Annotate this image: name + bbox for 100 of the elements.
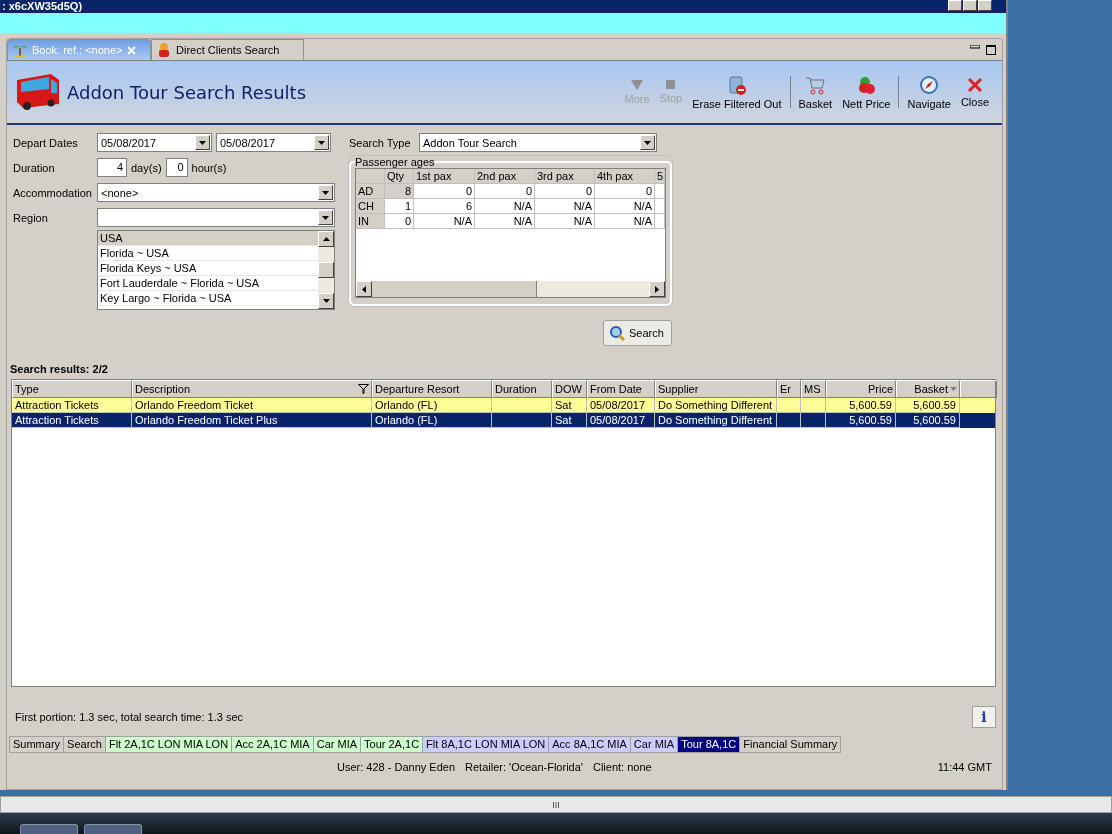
table-cell: 5,600.59 — [896, 413, 960, 428]
bottom-tab[interactable]: Car MIA — [630, 736, 679, 753]
column-header: Qty — [385, 169, 414, 184]
search-timing: First portion: 1.3 sec, total search time: 1.3 sec — [15, 711, 244, 723]
bottom-tab[interactable]: Summary — [9, 736, 65, 753]
bin-icon — [727, 74, 746, 95]
compass-icon — [919, 74, 940, 95]
person-icon — [156, 42, 172, 58]
toolbar-button[interactable]: Basket — [793, 74, 838, 110]
triangle-down-icon — [631, 79, 644, 90]
column-header: 4th pax — [595, 169, 655, 184]
table-cell: N/A — [475, 214, 535, 229]
table-cell: N/A — [535, 214, 595, 229]
field-label: Duration — [13, 161, 56, 174]
dropdown-arrow-icon — [322, 190, 329, 195]
close-button[interactable] — [978, 0, 992, 11]
scrollbar-thumb[interactable] — [372, 281, 537, 297]
info-button[interactable]: i — [972, 706, 996, 728]
bottom-tab[interactable]: Acc 8A,1C MIA — [549, 736, 631, 753]
table-cell: 0 — [385, 214, 414, 229]
column-header: 1st pax — [414, 169, 475, 184]
list-item[interactable]: Key Largo ~ Florida ~ USA — [98, 291, 318, 306]
bottom-tab[interactable]: Car MIA — [313, 736, 362, 753]
bottom-tab[interactable]: Flt 2A,1C LON MIA LON — [105, 736, 233, 753]
client-status: Client: none — [592, 761, 652, 775]
stop-icon — [666, 80, 676, 89]
column-header[interactable]: Description — [132, 380, 372, 398]
table-cell — [801, 413, 826, 428]
table-row[interactable]: Attraction Tickets Orlando Freedom Ticket Orlando (FL) Sat 05/08/2017 Do Something Different 5,600.59 5,600.59 — [12, 398, 995, 413]
search-button[interactable]: Search — [603, 320, 672, 346]
column-header[interactable]: Er — [777, 380, 801, 398]
arrow-left-icon — [362, 285, 366, 293]
column-header[interactable]: Type — [12, 380, 132, 398]
date-field[interactable]: 05/08/2017 — [97, 133, 212, 152]
dropdown-arrow-icon — [322, 215, 329, 220]
list-item[interactable]: Fort Lauderdale ~ Florida ~ USA — [98, 276, 318, 291]
search-type-dropdown[interactable]: Addon Tour Search — [419, 133, 657, 152]
money-icon — [856, 74, 877, 95]
minimize-button[interactable] — [948, 0, 962, 11]
table-cell: 0 — [475, 184, 535, 199]
column-header[interactable]: Supplier — [655, 380, 777, 398]
bottom-tab[interactable]: Tour 2A,1C — [361, 736, 424, 753]
column-header[interactable]: From Date — [587, 380, 655, 398]
row-header: CH — [356, 199, 385, 214]
table-cell: N/A — [414, 214, 475, 229]
column-header: 5 — [655, 169, 665, 184]
table-cell: 05/08/2017 — [587, 413, 655, 428]
toolbar-button[interactable]: Close — [955, 76, 994, 108]
close-icon — [966, 76, 983, 93]
field-label: Search Type — [349, 136, 412, 149]
table-cell: 8 — [385, 184, 414, 199]
document-tab[interactable]: Direct Clients Search — [151, 39, 304, 60]
minimize-icon[interactable] — [970, 44, 980, 49]
region-dropdown[interactable] — [97, 208, 335, 227]
row-header: AD — [356, 184, 385, 199]
dropdown-arrow-icon — [318, 140, 325, 145]
column-header: 3rd pax — [535, 169, 595, 184]
table-cell: Do Something Different — [655, 413, 777, 428]
days-field[interactable]: 4 — [97, 158, 127, 177]
dropdown-arrow-icon — [644, 140, 651, 145]
arrow-down-icon — [322, 299, 330, 303]
column-header[interactable]: Departure Resort — [372, 380, 492, 398]
field-label: Depart Dates — [13, 136, 79, 149]
table-cell: Sat — [552, 413, 587, 428]
maximize-icon[interactable] — [986, 44, 996, 55]
column-header[interactable]: DOW — [552, 380, 587, 398]
unit-label: hour(s) — [191, 161, 227, 174]
column-header[interactable]: Duration — [492, 380, 552, 398]
table-cell: 1 — [385, 199, 414, 214]
table-cell: Attraction Tickets — [12, 413, 132, 428]
clock: 11:44 GMT — [937, 761, 992, 775]
bottom-tab[interactable]: Financial Summary — [740, 736, 842, 753]
maximize-button[interactable] — [963, 0, 977, 11]
toolbar-button[interactable]: Nett Price — [837, 74, 896, 110]
corner-cell — [356, 169, 385, 184]
table-cell: N/A — [595, 199, 655, 214]
search-icon — [609, 325, 625, 341]
column-header[interactable]: Price — [826, 380, 896, 398]
column-header[interactable]: Basket — [896, 380, 960, 398]
dropdown-arrow-icon — [199, 140, 206, 145]
table-cell: Orlando (FL) — [372, 413, 492, 428]
list-item[interactable]: USA — [98, 231, 318, 246]
list-item[interactable]: Florida ~ USA — [98, 246, 318, 261]
toolbar-button[interactable]: Erase Filtered Out — [687, 74, 787, 110]
bottom-tab[interactable]: Acc 2A,1C MIA — [232, 736, 314, 753]
bottom-tab[interactable]: Flt 8A,1C LON MIA LON — [423, 736, 550, 753]
column-header[interactable]: MS — [801, 380, 826, 398]
table-row[interactable]: Attraction Tickets Orlando Freedom Ticket Plus Orlando (FL) Sat 05/08/2017 Do Something Different 5,600.59 5,600.59 — [12, 413, 995, 428]
unit-label: day(s) — [131, 161, 162, 174]
hours-field[interactable]: 0 — [165, 158, 188, 177]
table-cell: Orlando Freedom Ticket Plus — [132, 413, 372, 428]
arrow-up-icon — [322, 237, 330, 241]
bottom-tab[interactable]: Tour 8A,1C — [678, 736, 741, 753]
list-item[interactable]: Florida Keys ~ USA — [98, 261, 318, 276]
filter-icon — [358, 384, 369, 394]
accommodation-dropdown[interactable]: <none> — [97, 183, 335, 202]
bottom-tab[interactable]: Search — [64, 736, 106, 753]
toolbar-button[interactable]: Navigate — [902, 74, 956, 110]
table-cell — [492, 413, 552, 428]
date-field[interactable]: 05/08/2017 — [216, 133, 331, 152]
